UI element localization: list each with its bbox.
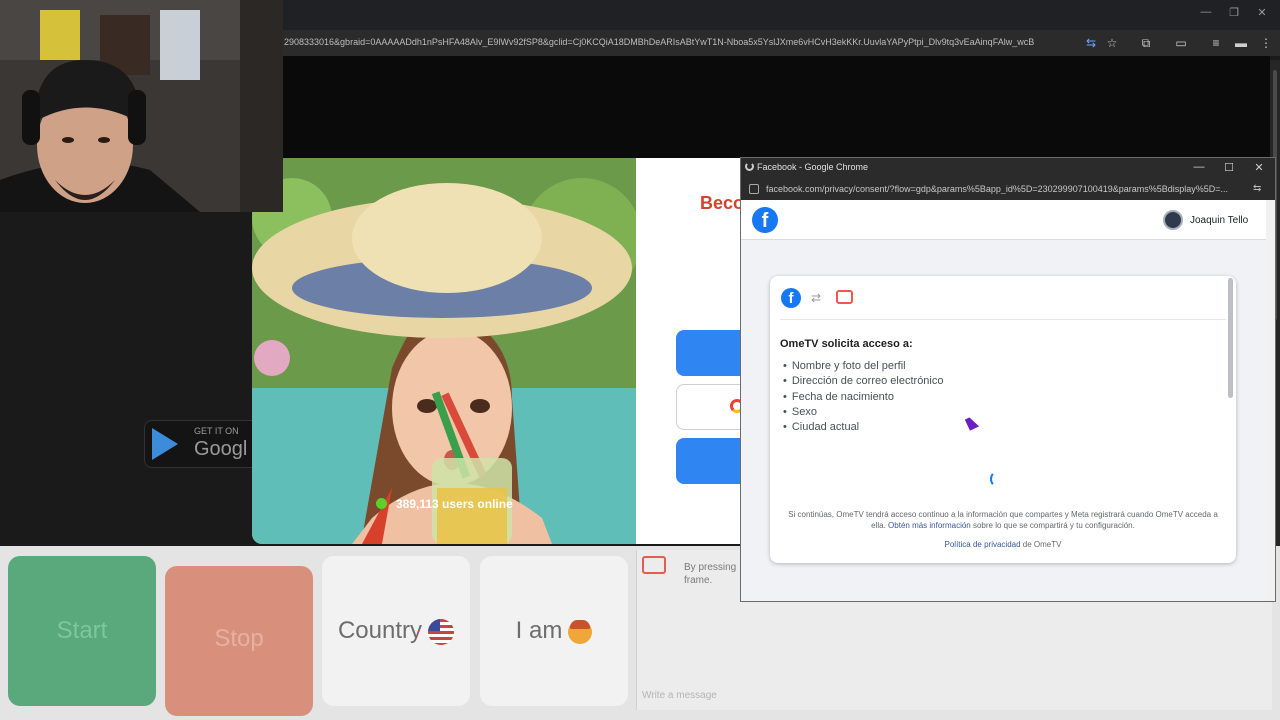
privacy-policy-line: Política de privacidad de OmeTV (770, 540, 1236, 549)
ometv-tv-icon (642, 556, 666, 574)
avatar[interactable] (1163, 210, 1183, 230)
minimize-icon[interactable]: — (1196, 6, 1216, 22)
user-name[interactable]: Joaquin Tello (1190, 215, 1248, 226)
login-title: Beco (700, 193, 745, 213)
star-icon[interactable]: ☆ (1103, 34, 1121, 52)
sync-icon: ⇄ (811, 291, 822, 305)
playlist-icon[interactable]: ≡ (1207, 34, 1225, 52)
us-flag-icon (428, 618, 455, 645)
disclaimer-text-end: sobre lo que se compartirá y tu configur… (972, 521, 1135, 530)
translate-icon[interactable]: ⇆ (1082, 34, 1100, 52)
popup-title: Facebook - Google Chrome (757, 162, 869, 172)
privacy-policy-suffix: de OmeTV (1022, 540, 1062, 549)
loading-icon (745, 162, 754, 171)
popup-maximize-icon[interactable]: ☐ (1221, 161, 1237, 174)
facebook-header (741, 200, 1266, 240)
promo-photo (252, 158, 636, 544)
card-scrollbar[interactable] (1228, 278, 1233, 398)
learn-more-link[interactable]: Obtén más información (888, 521, 971, 530)
consent-heading: OmeTV solicita acceso a: (780, 338, 913, 350)
facebook-login-button[interactable] (676, 330, 742, 376)
cast-icon[interactable]: ▭ (1172, 34, 1190, 52)
permission-item: Sexo (783, 406, 817, 418)
extensions-icon[interactable]: ⧉ (1137, 34, 1155, 52)
popup-translate-icon[interactable]: ⇆ (1253, 183, 1261, 194)
menu-icon[interactable]: ⋮ (1257, 34, 1275, 52)
popup-url[interactable]: facebook.com/privacy/consent/?flow=gdp&p… (766, 184, 1246, 194)
site-info-icon[interactable] (749, 184, 759, 194)
restore-icon[interactable]: ❐ (1224, 6, 1244, 22)
popup-close-icon[interactable]: ✕ (1251, 161, 1267, 174)
profile-icon[interactable]: ▬ (1232, 34, 1250, 52)
close-icon[interactable]: ✕ (1252, 6, 1272, 22)
loading-spinner-icon (990, 471, 1004, 487)
privacy-policy-link[interactable]: Política de privacidad (945, 540, 1021, 549)
i-am-label: I am (515, 617, 563, 644)
google-play-small-text: GET IT ON (194, 426, 239, 436)
other-login-button[interactable] (676, 438, 742, 484)
stop-button[interactable]: Stop (165, 566, 313, 716)
card-divider (780, 319, 1226, 320)
users-online-count: 389,113 users online (396, 497, 513, 511)
country-button[interactable]: Country (322, 556, 470, 706)
google-play-big-text: Googl (194, 438, 248, 460)
popup-minimize-icon[interactable]: — (1191, 161, 1207, 173)
permission-item: Ciudad actual (783, 421, 859, 433)
streamer-webcam (0, 0, 283, 212)
permission-item: Nombre y foto del perfil (783, 360, 906, 372)
facebook-logo-icon[interactable]: f (752, 207, 778, 233)
popup-scrollbar[interactable] (1266, 200, 1275, 601)
chat-input[interactable]: Write a message (642, 690, 1254, 706)
chat-notice: By pressing frame. (684, 562, 737, 586)
address-url[interactable]: 2908333016&gbraid=0AAAAADdh1nPsHFA48Alv_… (284, 37, 1074, 51)
i-am-button[interactable]: I am (480, 556, 628, 706)
country-label: Country (337, 617, 423, 644)
consent-disclaimer: Si continúas, OmeTV tendrá acceso contin… (785, 509, 1221, 531)
start-button[interactable]: Start (8, 556, 156, 706)
permission-item: Fecha de nacimiento (783, 391, 894, 403)
facebook-icon: f (781, 288, 801, 308)
google-play-icon (152, 428, 178, 460)
online-indicator-dot (376, 498, 387, 509)
page-top-area (280, 56, 1270, 158)
permission-item: Dirección de correo electrónico (783, 375, 944, 387)
ometv-icon (836, 290, 853, 304)
person-emoji-icon (568, 619, 593, 644)
